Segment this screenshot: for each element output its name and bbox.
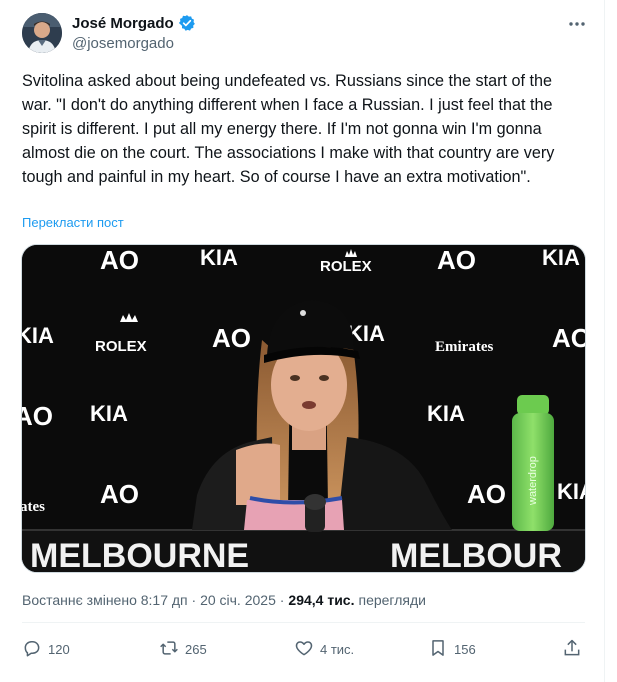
kia-logo: KIA [427, 401, 465, 426]
share-button[interactable] [562, 638, 582, 661]
bookmark-button[interactable]: 156 [428, 638, 476, 661]
repost-count: 265 [185, 642, 207, 657]
kia-logo: KIA [542, 245, 580, 270]
water-bottle: waterdrop [512, 395, 554, 531]
bottle-label: waterdrop [527, 456, 539, 506]
share-icon [562, 638, 582, 661]
ao-logo: AO [212, 323, 251, 353]
translate-link[interactable]: Перекласти пост [22, 215, 124, 230]
ao-logo: AO [22, 401, 53, 431]
like-count: 4 тис. [320, 642, 355, 657]
verified-badge-icon [178, 14, 196, 32]
kia-logo: KIA [200, 245, 238, 270]
ates-logo: ates [22, 499, 45, 515]
action-bar: 120 265 4 тис. 156 [22, 638, 585, 662]
emirates-logo: Emirates [435, 339, 493, 355]
author-name[interactable]: José Morgado [72, 15, 174, 32]
tweet-text: Svitolina asked about being undefeated v… [22, 72, 555, 186]
melbourne-banner: MELBOURNE [30, 537, 249, 573]
views-count: 294,4 тис. [288, 592, 355, 608]
melbourne-banner-partial: MELBOUR [390, 537, 562, 573]
reply-button[interactable]: 120 [22, 638, 70, 661]
author-handle[interactable]: @josemorgado [72, 35, 174, 52]
author-row: José Morgado [72, 14, 196, 32]
kia-logo: KIA [557, 479, 586, 504]
bookmark-icon [428, 638, 448, 661]
rolex-logo: ROLEX [95, 338, 147, 355]
ao-logo: AO [100, 245, 139, 275]
more-icon[interactable] [567, 14, 587, 34]
ao-logo: AO [467, 479, 506, 509]
divider [22, 622, 585, 623]
bookmark-count: 156 [454, 642, 476, 657]
tweet-meta: Востаннє змінено 8:17 дп · 20 січ. 2025 … [22, 592, 426, 608]
views-label: перегляди [358, 592, 426, 608]
avatar[interactable] [22, 13, 62, 53]
ao-logo: AO [100, 479, 139, 509]
ao-logo: AO [437, 245, 476, 275]
edited-timestamp[interactable]: Востаннє змінено 8:17 дп · 20 січ. 2025 … [22, 592, 284, 608]
reply-count: 120 [48, 642, 70, 657]
tweet-image[interactable]: AO KIA ROLEX AO KIA KIA ROLEX AO KIA Emi… [21, 244, 586, 573]
kia-logo: KIA [22, 323, 54, 348]
rolex-logo: ROLEX [320, 258, 372, 275]
tweet-card: José Morgado @josemorgado Svitolina aske… [0, 0, 605, 682]
repost-icon [159, 638, 179, 661]
repost-button[interactable]: 265 [159, 638, 207, 661]
kia-logo: KIA [90, 401, 128, 426]
like-icon [294, 638, 314, 661]
like-button[interactable]: 4 тис. [294, 638, 354, 661]
reply-icon [22, 638, 42, 661]
ao-logo: AO [552, 323, 586, 353]
